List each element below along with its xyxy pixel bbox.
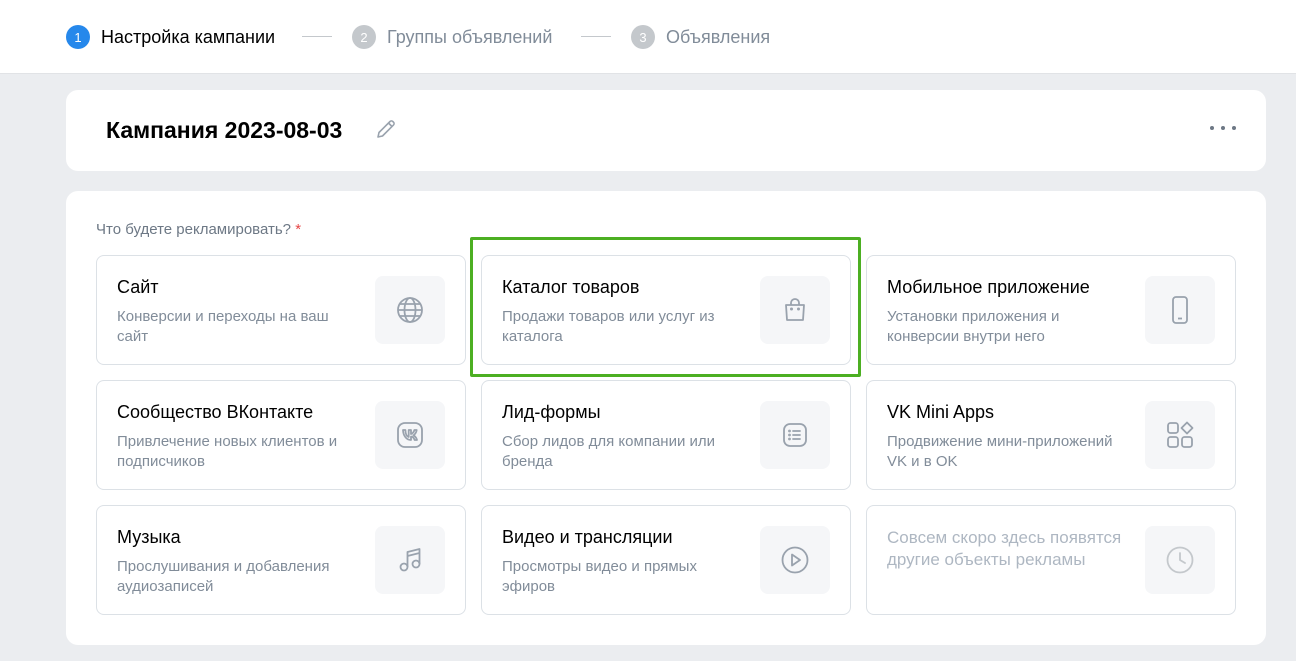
more-horizontal-icon[interactable] bbox=[1210, 118, 1236, 138]
question-text: Что будете рекламировать? bbox=[96, 221, 292, 238]
step-number: 2 bbox=[352, 25, 376, 49]
step-number: 3 bbox=[631, 25, 655, 49]
option-description: Продвижение мини-приложений VK и в OK bbox=[887, 433, 1113, 470]
play-circle-icon bbox=[760, 526, 830, 594]
option-site[interactable]: Сайт Конверсии и переходы на ваш сайт bbox=[96, 255, 466, 365]
globe-icon bbox=[375, 276, 445, 344]
option-description: Конверсии и переходы на ваш сайт bbox=[117, 308, 329, 345]
option-title: Каталог товаров bbox=[502, 277, 640, 297]
step-separator bbox=[302, 36, 332, 37]
option-lead-forms[interactable]: Лид-формы Сбор лидов для компании или бр… bbox=[481, 380, 851, 490]
option-title: Мобильное приложение bbox=[887, 277, 1090, 297]
option-description: Привлечение новых клиентов и подписчиков bbox=[117, 433, 338, 470]
campaign-title-card: Кампания 2023-08-03 bbox=[66, 90, 1266, 171]
step-separator bbox=[581, 36, 611, 37]
pencil-icon[interactable] bbox=[374, 117, 398, 141]
ad-object-card: Что будете рекламировать? * Сайт Конверс… bbox=[66, 191, 1266, 645]
option-music[interactable]: Музыка Прослушивания и добавления аудиоз… bbox=[96, 505, 466, 615]
option-mobile-app[interactable]: Мобильное приложение Установки приложени… bbox=[866, 255, 1236, 365]
vk-logo-icon bbox=[375, 401, 445, 469]
step-number: 1 bbox=[66, 25, 90, 49]
option-description: Установки приложения и конверсии внутри … bbox=[887, 308, 1060, 345]
option-title: Сайт bbox=[117, 277, 159, 297]
option-title: VK Mini Apps bbox=[887, 402, 995, 422]
smartphone-icon bbox=[1145, 276, 1215, 344]
step-label: Объявления bbox=[666, 26, 771, 47]
music-note-icon bbox=[375, 526, 445, 594]
option-vk-community[interactable]: Сообщество ВКонтакте Привлечение новых к… bbox=[96, 380, 466, 490]
option-coming-soon: Совсем скоро здесь появятся другие объек… bbox=[866, 505, 1236, 615]
option-description: Сбор лидов для компании или бренда bbox=[502, 433, 716, 470]
list-form-icon bbox=[760, 401, 830, 469]
option-description: Прослушивания и добавления аудиозаписей bbox=[117, 558, 330, 595]
campaign-stepper: 1 Настройка кампании 2 Группы объявлений… bbox=[0, 0, 1296, 74]
option-product-catalog[interactable]: Каталог товаров Продажи товаров или услу… bbox=[481, 255, 851, 365]
coming-soon-text: Совсем скоро здесь появятся другие объек… bbox=[887, 528, 1122, 569]
step-label: Группы объявлений bbox=[387, 26, 553, 47]
option-description: Просмотры видео и прямых эфиров bbox=[502, 558, 697, 595]
clock-icon bbox=[1145, 526, 1215, 594]
required-mark: * bbox=[295, 221, 302, 238]
option-vk-mini-apps[interactable]: VK Mini Apps Продвижение мини-приложений… bbox=[866, 380, 1236, 490]
step-campaign-settings[interactable]: 1 Настройка кампании bbox=[66, 25, 275, 49]
campaign-title: Кампания 2023-08-03 bbox=[106, 117, 343, 143]
step-ads[interactable]: 3 Объявления bbox=[631, 25, 770, 49]
option-title: Сообщество ВКонтакте bbox=[117, 402, 314, 422]
option-description: Продажи товаров или услуг из каталога bbox=[502, 308, 715, 345]
shopping-bag-icon bbox=[760, 276, 830, 344]
ad-object-question: Что будете рекламировать? * bbox=[96, 221, 301, 238]
option-title: Лид-формы bbox=[502, 402, 601, 422]
apps-grid-icon bbox=[1145, 401, 1215, 469]
step-ad-groups[interactable]: 2 Группы объявлений bbox=[352, 25, 552, 49]
option-video-streams[interactable]: Видео и трансляции Просмотры видео и пря… bbox=[481, 505, 851, 615]
option-title: Видео и трансляции bbox=[502, 527, 673, 547]
step-label: Настройка кампании bbox=[101, 26, 276, 47]
option-title: Музыка bbox=[117, 527, 181, 547]
